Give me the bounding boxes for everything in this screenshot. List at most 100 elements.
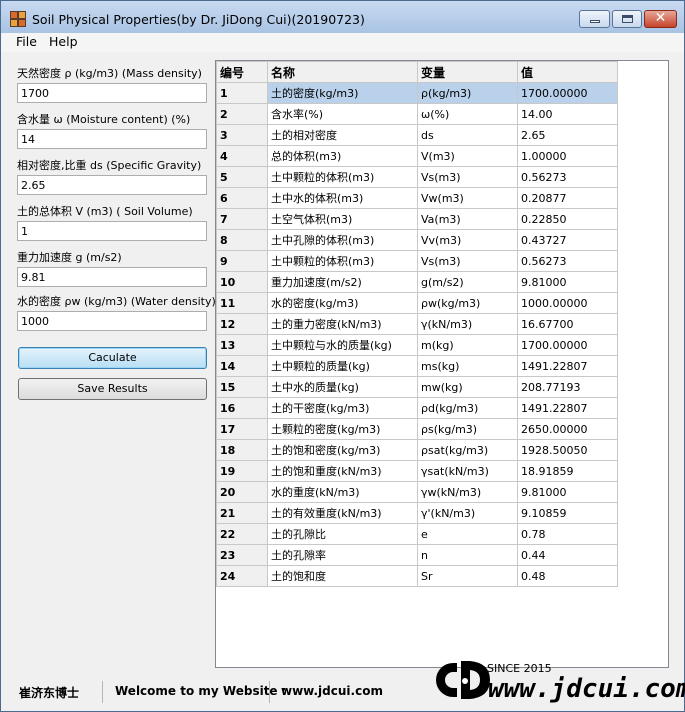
table-row[interactable]: 19 土的饱和重度(kN/m3) γsat(kN/m3) 18.91859 bbox=[216, 460, 618, 482]
table-row[interactable]: 16 土的干密度(kg/m3) ρd(kg/m3) 1491.22807 bbox=[216, 397, 618, 419]
row-variable: Vw(m3) bbox=[417, 187, 518, 209]
title-bar[interactable]: Soil Physical Properties(by Dr. JiDong C… bbox=[1, 1, 684, 33]
row-name: 土中颗粒与水的质量(kg) bbox=[267, 334, 418, 356]
row-value: 0.20877 bbox=[517, 187, 618, 209]
row-value: 0.44 bbox=[517, 544, 618, 566]
save-results-button[interactable]: Save Results bbox=[18, 378, 207, 400]
table-row[interactable]: 21 土的有效重度(kN/m3) γ'(kN/m3) 9.10859 bbox=[216, 502, 618, 524]
status-divider bbox=[102, 681, 103, 703]
row-variable: Vs(m3) bbox=[417, 166, 518, 188]
row-value: 208.77193 bbox=[517, 376, 618, 398]
menu-help[interactable]: Help bbox=[47, 34, 80, 49]
row-name: 土中颗粒的质量(kg) bbox=[267, 355, 418, 377]
row-id: 3 bbox=[216, 124, 268, 146]
header-variable[interactable]: 变量 bbox=[417, 61, 518, 83]
row-variable: γw(kN/m3) bbox=[417, 481, 518, 503]
table-row[interactable]: 15 土中水的质量(kg) mw(kg) 208.77193 bbox=[216, 376, 618, 398]
row-variable: V(m3) bbox=[417, 145, 518, 167]
moisture-content-input[interactable] bbox=[17, 129, 207, 149]
table-row[interactable]: 12 土的重力密度(kN/m3) γ(kN/m3) 16.67700 bbox=[216, 313, 618, 335]
row-variable: ms(kg) bbox=[417, 355, 518, 377]
table-row[interactable]: 11 水的密度(kg/m3) ρw(kg/m3) 1000.00000 bbox=[216, 292, 618, 314]
row-name: 土的孔隙率 bbox=[267, 544, 418, 566]
minimize-icon bbox=[590, 20, 600, 23]
row-id: 7 bbox=[216, 208, 268, 230]
row-value: 0.22850 bbox=[517, 208, 618, 230]
table-row[interactable]: 6 土中水的体积(m3) Vw(m3) 0.20877 bbox=[216, 187, 618, 209]
row-value: 0.43727 bbox=[517, 229, 618, 251]
row-value: 0.56273 bbox=[517, 166, 618, 188]
logo-site: www.jdcui.com bbox=[488, 674, 685, 704]
table-row[interactable]: 13 土中颗粒与水的质量(kg) m(kg) 1700.00000 bbox=[216, 334, 618, 356]
row-name: 土中水的体积(m3) bbox=[267, 187, 418, 209]
row-id: 16 bbox=[216, 397, 268, 419]
row-variable: n bbox=[417, 544, 518, 566]
water-density-input[interactable] bbox=[17, 311, 207, 331]
row-value: 18.91859 bbox=[517, 460, 618, 482]
row-name: 土颗粒的密度(kg/m3) bbox=[267, 418, 418, 440]
table-row[interactable]: 1 土的密度(kg/m3) ρ(kg/m3) 1700.00000 bbox=[216, 82, 618, 104]
specific-gravity-input[interactable] bbox=[17, 175, 207, 195]
maximize-button[interactable] bbox=[612, 10, 642, 28]
row-id: 4 bbox=[216, 145, 268, 167]
table-row[interactable]: 24 土的饱和度 Sr 0.48 bbox=[216, 565, 618, 587]
row-variable: Vv(m3) bbox=[417, 229, 518, 251]
row-name: 土的有效重度(kN/m3) bbox=[267, 502, 418, 524]
table-row[interactable]: 20 水的重度(kN/m3) γw(kN/m3) 9.81000 bbox=[216, 481, 618, 503]
results-table-panel[interactable]: 编号 名称 变量 值 1 土的密度(kg/m3) ρ(kg/m3) 1700.0000… bbox=[215, 60, 669, 668]
row-id: 12 bbox=[216, 313, 268, 335]
results-table: 编号 名称 变量 值 1 土的密度(kg/m3) ρ(kg/m3) 1700.0000… bbox=[216, 61, 618, 587]
calculate-button[interactable]: Caculate bbox=[18, 347, 207, 369]
row-value: 1491.22807 bbox=[517, 355, 618, 377]
app-window: Soil Physical Properties(by Dr. JiDong C… bbox=[0, 0, 685, 712]
row-id: 23 bbox=[216, 544, 268, 566]
table-row[interactable]: 23 土的孔隙率 n 0.44 bbox=[216, 544, 618, 566]
row-id: 18 bbox=[216, 439, 268, 461]
table-row[interactable]: 3 土的相对密度 ds 2.65 bbox=[216, 124, 618, 146]
table-row[interactable]: 2 含水率(%) ω(%) 14.00 bbox=[216, 103, 618, 125]
header-name[interactable]: 名称 bbox=[267, 61, 418, 83]
row-id: 8 bbox=[216, 229, 268, 251]
status-author: 崔济东博士 bbox=[19, 686, 80, 700]
table-row[interactable]: 22 土的孔隙比 e 0.78 bbox=[216, 523, 618, 545]
status-divider bbox=[269, 681, 270, 703]
row-value: 9.81000 bbox=[517, 481, 618, 503]
table-row[interactable]: 9 土中颗粒的体积(m3) Vs(m3) 0.56273 bbox=[216, 250, 618, 272]
menu-file[interactable]: File bbox=[14, 34, 39, 49]
row-id: 15 bbox=[216, 376, 268, 398]
row-variable: ds bbox=[417, 124, 518, 146]
row-value: 0.78 bbox=[517, 523, 618, 545]
row-variable: ρs(kg/m3) bbox=[417, 418, 518, 440]
row-variable: ω(%) bbox=[417, 103, 518, 125]
header-id[interactable]: 编号 bbox=[216, 61, 268, 83]
header-value[interactable]: 值 bbox=[517, 61, 618, 83]
close-icon: ✕ bbox=[654, 10, 667, 26]
table-row[interactable]: 7 土空气体积(m3) Va(m3) 0.22850 bbox=[216, 208, 618, 230]
status-url[interactable]: www.jdcui.com bbox=[281, 684, 383, 698]
row-id: 14 bbox=[216, 355, 268, 377]
table-row[interactable]: 4 总的体积(m3) V(m3) 1.00000 bbox=[216, 145, 618, 167]
row-value: 14.00 bbox=[517, 103, 618, 125]
row-name: 土的密度(kg/m3) bbox=[267, 82, 418, 104]
row-name: 土中颗粒的体积(m3) bbox=[267, 166, 418, 188]
table-row[interactable]: 10 重力加速度(m/s2) g(m/s2) 9.81000 bbox=[216, 271, 618, 293]
jdcui-logo-icon bbox=[436, 661, 490, 699]
mass-density-input[interactable] bbox=[17, 83, 207, 103]
soil-volume-input[interactable] bbox=[17, 221, 207, 241]
table-row[interactable]: 17 土颗粒的密度(kg/m3) ρs(kg/m3) 2650.00000 bbox=[216, 418, 618, 440]
table-row[interactable]: 18 土的饱和密度(kg/m3) ρsat(kg/m3) 1928.50050 bbox=[216, 439, 618, 461]
soil-volume-label: 土的总体积 V (m3) ( Soil Volume) bbox=[17, 205, 193, 218]
row-name: 土的饱和密度(kg/m3) bbox=[267, 439, 418, 461]
minimize-button[interactable] bbox=[579, 10, 610, 28]
gravity-input[interactable] bbox=[17, 267, 207, 287]
table-row[interactable]: 5 土中颗粒的体积(m3) Vs(m3) 0.56273 bbox=[216, 166, 618, 188]
row-variable: ρd(kg/m3) bbox=[417, 397, 518, 419]
close-button[interactable]: ✕ bbox=[644, 10, 677, 28]
mass-density-label: 天然密度 ρ (kg/m3) (Mass density) bbox=[17, 67, 202, 80]
table-row[interactable]: 14 土中颗粒的质量(kg) ms(kg) 1491.22807 bbox=[216, 355, 618, 377]
row-name: 土的相对密度 bbox=[267, 124, 418, 146]
row-variable: γ(kN/m3) bbox=[417, 313, 518, 335]
table-row[interactable]: 8 土中孔隙的体积(m3) Vv(m3) 0.43727 bbox=[216, 229, 618, 251]
row-id: 13 bbox=[216, 334, 268, 356]
row-variable: ρw(kg/m3) bbox=[417, 292, 518, 314]
